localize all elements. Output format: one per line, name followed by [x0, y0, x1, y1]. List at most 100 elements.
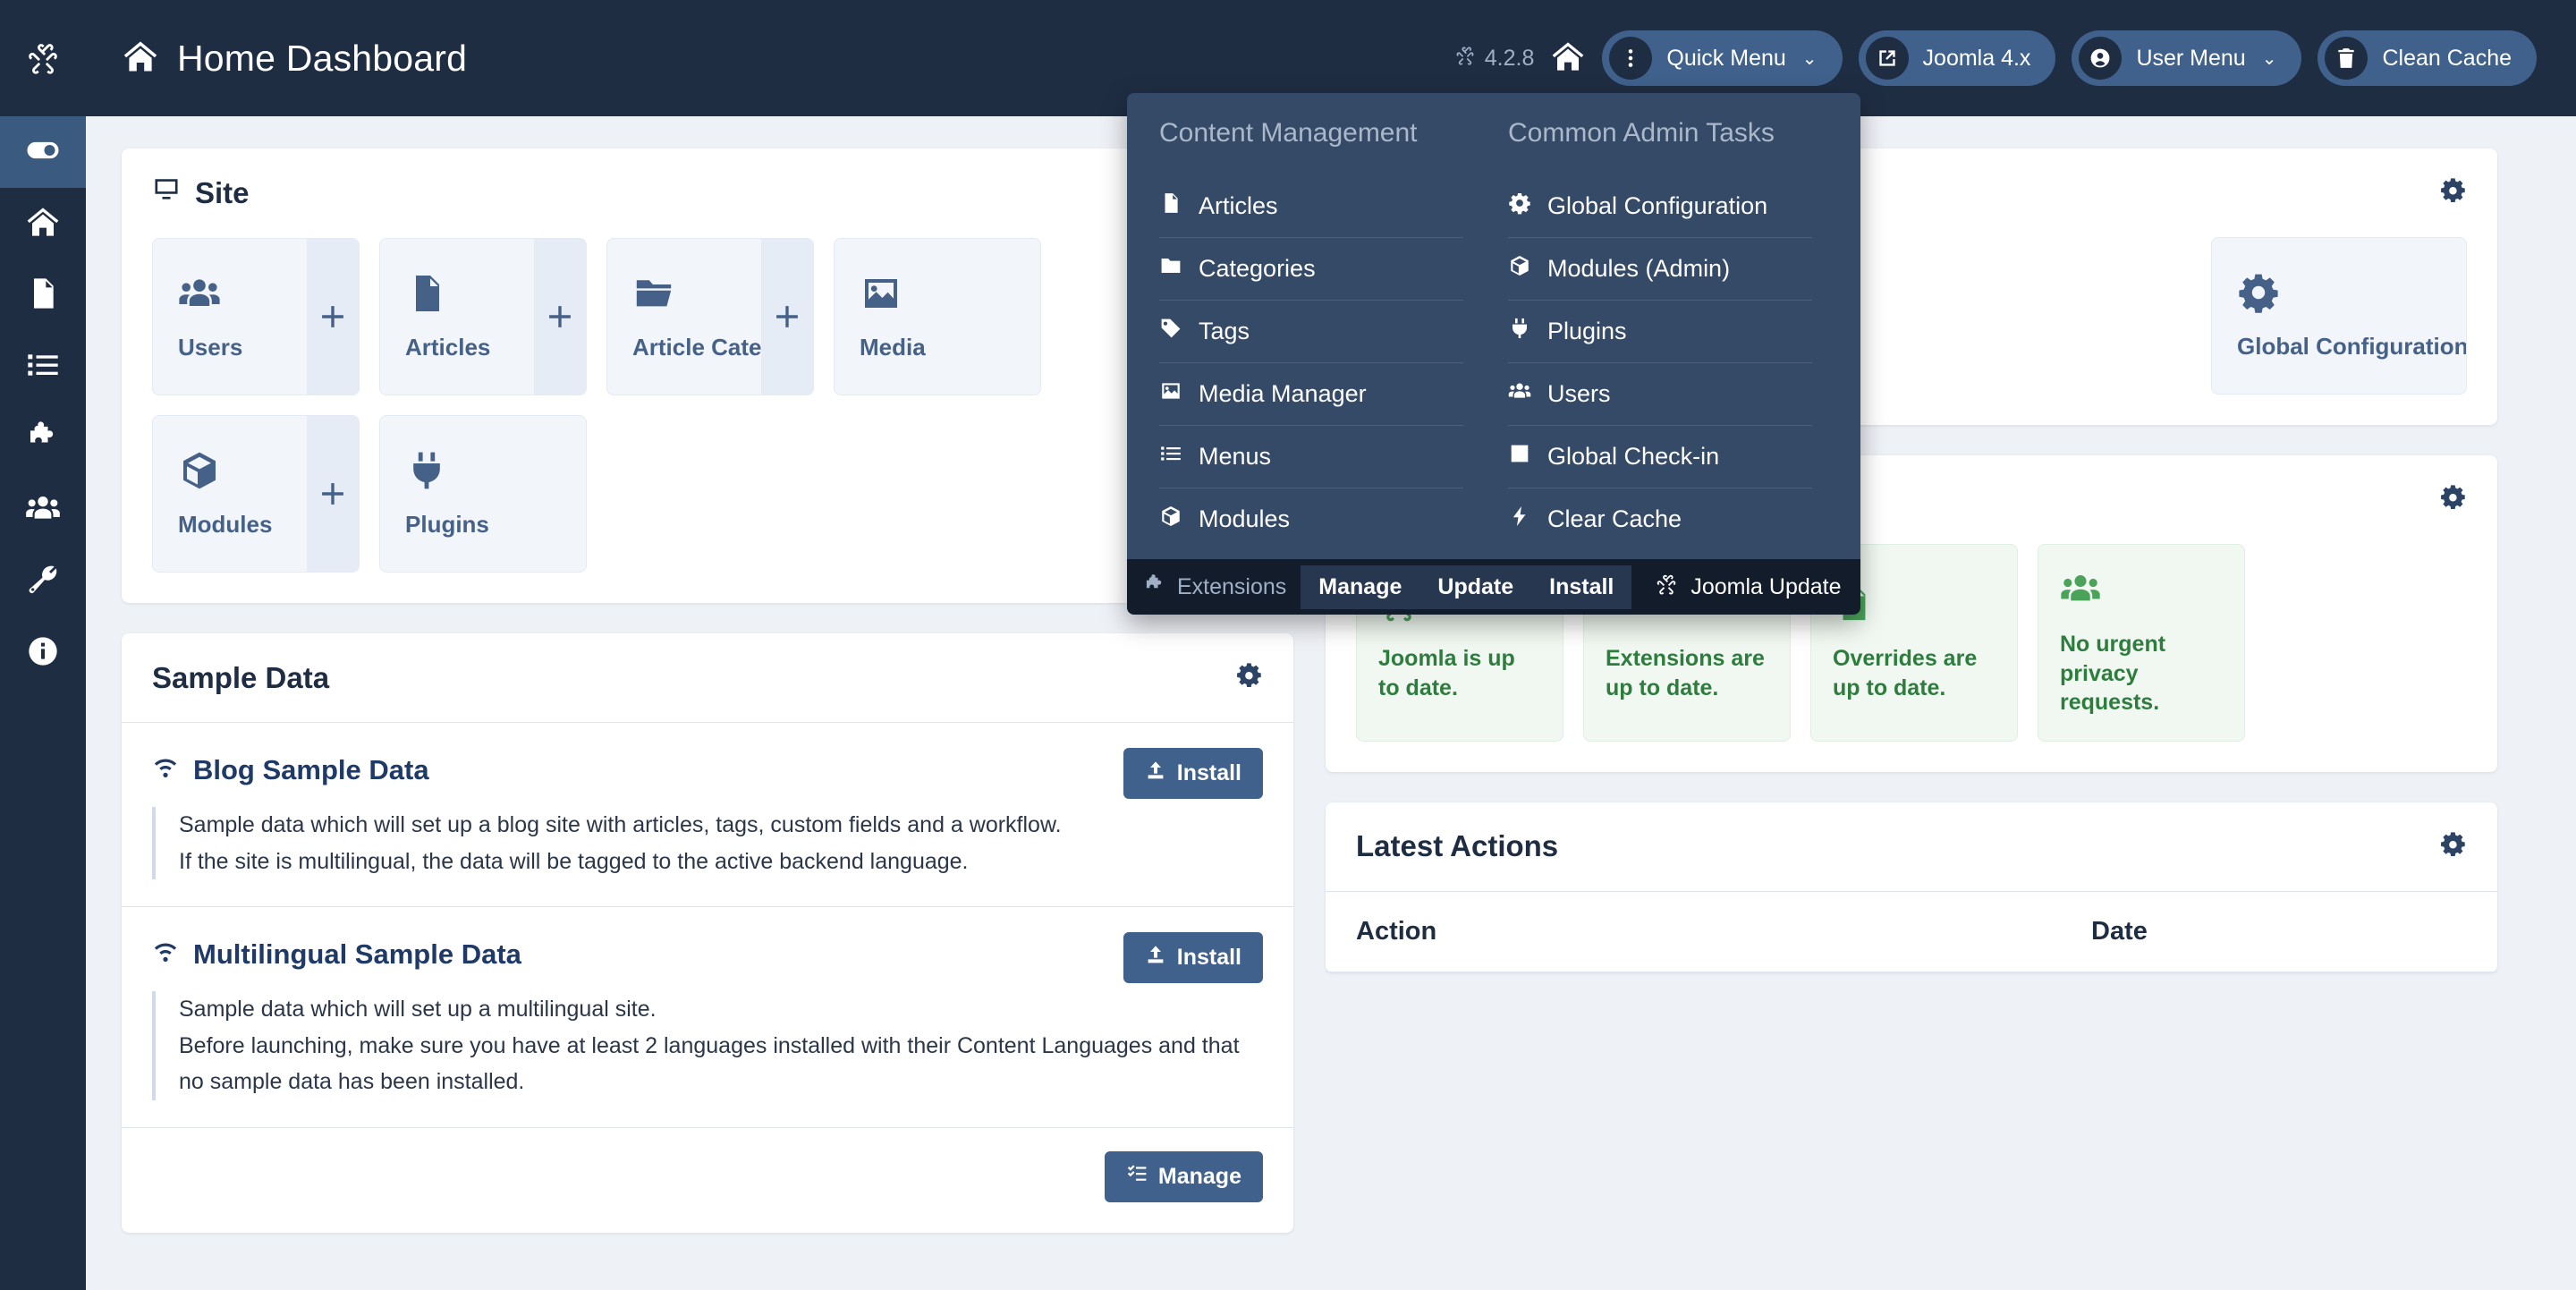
joomla-logo[interactable]	[0, 0, 86, 116]
sample-data-item-title-group: Blog Sample Data	[152, 753, 1263, 787]
quick-menu-column-content: Content Management Articles Categories T…	[1159, 118, 1463, 550]
system-panel-options-button[interactable]	[2436, 175, 2467, 210]
user-menu-button[interactable]: User Menu ⌄	[2072, 30, 2302, 86]
tile-plugins[interactable]: Plugins	[379, 415, 587, 573]
sidebar-item-toggle-menu[interactable]	[0, 116, 86, 188]
sample-data-manage-row: Manage	[122, 1128, 1293, 1233]
extensions-label: Extensions	[1177, 573, 1287, 599]
sidebar-item-help[interactable]	[0, 617, 86, 689]
add-users-button[interactable]	[307, 239, 359, 395]
users-icon	[25, 490, 61, 530]
header-actions: 4.2.8 Quick Menu ⌄ Joomla 4.x User Menu	[1454, 30, 2537, 86]
gears-icon	[2441, 831, 2465, 856]
add-article-button[interactable]	[534, 239, 586, 395]
joomla-update-label: Joomla Update	[1690, 573, 1842, 599]
joomla-version-label: Joomla 4.x	[1922, 45, 2031, 71]
quick-menu-item-media-manager[interactable]: Media Manager	[1159, 363, 1463, 426]
extensions-manage-button[interactable]: Manage	[1301, 564, 1420, 609]
sample-data-item-description: Sample data which will set up a blog sit…	[152, 807, 1263, 879]
tile-label: Plugins	[405, 511, 489, 538]
sample-data-panel: Sample Data Blog Sample Data Sample data…	[122, 633, 1293, 1233]
manage-button[interactable]: Manage	[1104, 1150, 1263, 1202]
chevron-down-icon: ⌄	[1801, 48, 1818, 69]
tile-modules[interactable]: Modules	[152, 415, 360, 573]
monitor-icon	[152, 175, 181, 211]
quick-menu-item-label: Global Check-in	[1547, 443, 1720, 470]
visit-site-button[interactable]	[1550, 38, 1586, 79]
extensions-update-button[interactable]: Update	[1419, 564, 1532, 609]
quick-menu-item-articles[interactable]: Articles	[1159, 175, 1463, 238]
quick-menu-item-label: Global Configuration	[1547, 192, 1768, 219]
install-blog-sample-data-button[interactable]: Install	[1123, 748, 1263, 799]
quick-menu-button[interactable]: Quick Menu ⌄	[1602, 30, 1843, 86]
sample-data-item-title: Blog Sample Data	[193, 754, 429, 785]
kebab-icon	[1609, 37, 1653, 80]
toggle-icon	[25, 132, 61, 173]
joomla-update-link[interactable]: Joomla Update	[1655, 573, 1842, 602]
joomla-version-button[interactable]: Joomla 4.x	[1858, 30, 2056, 86]
sidebar-item-menus[interactable]	[0, 331, 86, 403]
gears-icon	[2441, 178, 2465, 203]
clean-cache-button[interactable]: Clean Cache	[2318, 30, 2537, 86]
status-label: Overrides are up to date.	[1833, 646, 1978, 700]
quick-menu-column-heading: Content Management	[1159, 118, 1418, 148]
install-label: Install	[1176, 760, 1241, 785]
add-module-button[interactable]	[307, 416, 359, 572]
quick-menu-item-clear-cache[interactable]: Clear Cache	[1508, 488, 1812, 550]
extensions-install-button[interactable]: Install	[1531, 564, 1632, 609]
sidebar	[0, 0, 86, 1290]
tile-global-configuration[interactable]: Global Configuration	[2211, 237, 2467, 395]
quick-menu-item-categories[interactable]: Categories	[1159, 238, 1463, 301]
sample-data-item-title: Multilingual Sample Data	[193, 938, 521, 970]
tile-media[interactable]: Media	[834, 238, 1041, 395]
plug-icon	[405, 449, 586, 496]
plus-icon	[322, 483, 343, 505]
install-multilingual-sample-data-button[interactable]: Install	[1123, 932, 1263, 983]
upload-icon	[1145, 760, 1166, 787]
sidebar-item-home[interactable]	[0, 188, 86, 259]
sample-data-item: Blog Sample Data Sample data which will …	[122, 723, 1293, 906]
quick-menu-item-plugins[interactable]: Plugins	[1508, 301, 1812, 363]
quick-menu-item-label: Media Manager	[1199, 380, 1367, 407]
status-panel-options-button[interactable]	[2436, 482, 2467, 517]
tile-articles[interactable]: Articles	[379, 238, 587, 395]
tile-article-categories[interactable]: Article Categories	[606, 238, 814, 395]
sample-data-item-description: Sample data which will set up a multilin…	[152, 991, 1263, 1100]
quick-menu-item-global-checkin[interactable]: Global Check-in	[1508, 426, 1812, 488]
sidebar-item-content[interactable]	[0, 259, 86, 331]
quick-menu-item-label: Modules	[1199, 505, 1291, 532]
status-label: Extensions are up to date.	[1606, 646, 1765, 700]
install-label: Install	[1176, 945, 1241, 970]
wifi-icon	[152, 938, 179, 972]
latest-actions-table-header: Action Date	[1326, 890, 2497, 972]
quick-menu-item-label: Plugins	[1547, 318, 1627, 344]
upload-icon	[1145, 944, 1166, 972]
column-header-date: Date	[2091, 916, 2148, 946]
quick-menu-item-users[interactable]: Users	[1508, 363, 1812, 426]
home-icon	[1550, 38, 1586, 79]
latest-actions-options-button[interactable]	[2436, 829, 2467, 864]
sample-data-options-button[interactable]	[1233, 660, 1263, 695]
clean-cache-label: Clean Cache	[2382, 45, 2512, 71]
status-label: Joomla is up to date.	[1378, 646, 1515, 700]
quick-menu-item-tags[interactable]: Tags	[1159, 301, 1463, 363]
status-tile-privacy-requests[interactable]: No urgent privacy requests.	[2038, 544, 2245, 742]
tile-users[interactable]: Users	[152, 238, 360, 395]
left-column: Site Users Articles Article Categories M…	[122, 149, 1293, 1258]
gears-icon	[2441, 485, 2465, 510]
quick-menu-item-modules-admin[interactable]: Modules (Admin)	[1508, 238, 1812, 301]
site-tiles: Users Articles Article Categories Media …	[122, 238, 1293, 603]
sample-data-title-group: Sample Data	[152, 661, 329, 695]
quick-menu-label: Quick Menu	[1666, 45, 1786, 71]
tag-icon	[1159, 317, 1182, 346]
quick-menu-item-global-configuration[interactable]: Global Configuration	[1508, 175, 1812, 238]
quick-menu-item-modules[interactable]: Modules	[1159, 488, 1463, 550]
add-article-category-button[interactable]	[761, 239, 813, 395]
sidebar-item-system[interactable]	[0, 546, 86, 617]
home-icon	[122, 38, 159, 80]
status-label: No urgent privacy requests.	[2060, 632, 2166, 715]
sidebar-item-components[interactable]	[0, 403, 86, 474]
quick-menu-item-menus[interactable]: Menus	[1159, 426, 1463, 488]
sidebar-item-users[interactable]	[0, 474, 86, 546]
quick-menu-item-label: Menus	[1199, 443, 1272, 470]
